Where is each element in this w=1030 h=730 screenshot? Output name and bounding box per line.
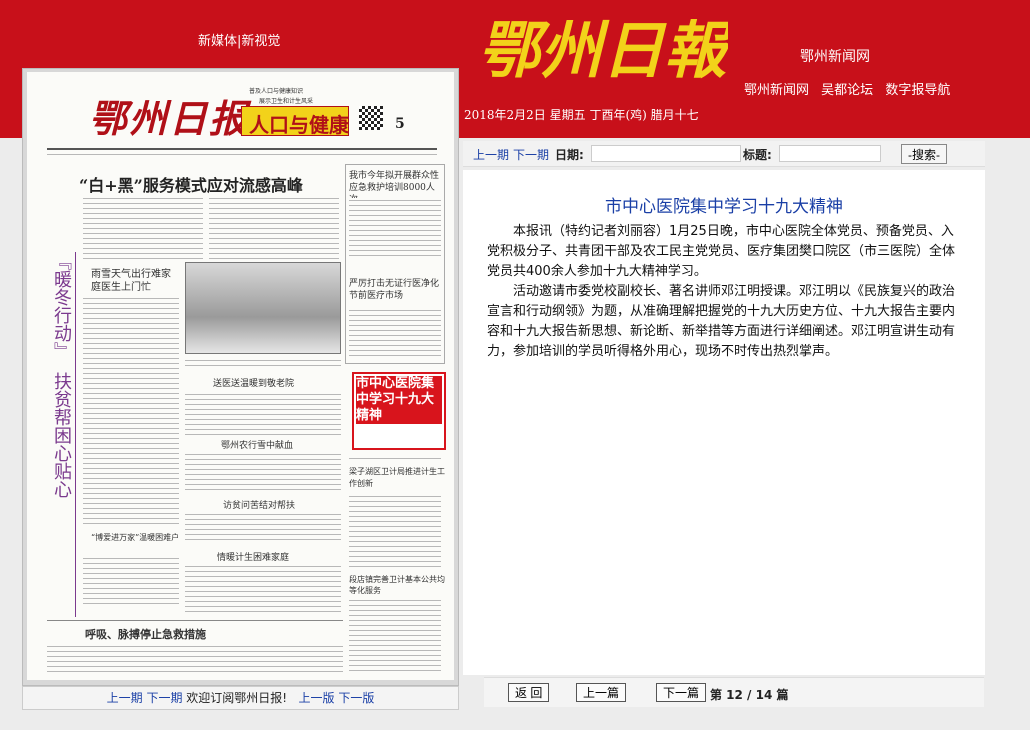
date-line: 2018年2月2日 星期五 丁酉年(鸡) 腊月十七 xyxy=(464,108,699,122)
paper-tagline-2: 展示卫生和计生风采 xyxy=(259,98,314,105)
article-page-info: 第 12 / 14 篇 xyxy=(710,688,789,702)
text-col-2 xyxy=(209,196,339,260)
highlight-article-box[interactable]: 市中心医院集中学习十九大精神 xyxy=(352,372,446,450)
headline-first-aid: 呼吸、脉搏停止急救措施 xyxy=(85,628,206,641)
date-input[interactable] xyxy=(591,145,741,162)
search-prev-issue[interactable]: 上一期 xyxy=(473,146,509,163)
section-name: 人口与健康 xyxy=(249,113,349,137)
site-name[interactable]: 鄂州新闻网 xyxy=(800,46,870,66)
main-headline: “白+黑”服务模式应对流感高峰 xyxy=(79,176,303,195)
text-first-aid xyxy=(47,644,343,676)
footer-next-page[interactable]: 下一版 xyxy=(338,691,374,705)
text-nursing-home xyxy=(185,392,341,436)
paper-footer-nav: 上一期 下一期 欢迎订阅鄂州日报! 上一版 下一版 xyxy=(22,686,459,710)
nav-digital-paper[interactable]: 数字报导航 xyxy=(885,83,950,98)
back-button[interactable]: 返 回 xyxy=(508,683,550,702)
footer-next-issue[interactable]: 下一期 xyxy=(146,691,182,705)
photo-caption xyxy=(185,358,341,366)
masthead-info-strip xyxy=(47,152,437,157)
news-photo xyxy=(185,262,341,354)
headline-liangzi: 梁子湖区卫计局推进计生工作创新 xyxy=(349,467,445,488)
prev-article-button[interactable]: 上一篇 xyxy=(576,683,627,702)
headline-bank-blood: 鄂州农行雪中献血 xyxy=(221,441,294,451)
search-next-issue[interactable]: 下一期 xyxy=(513,146,549,163)
date-label: 日期: xyxy=(555,148,584,162)
vertical-banner-2: 扶贫帮困心贴心 xyxy=(51,372,72,498)
headline-warm-family: 情暖计生困难家庭 xyxy=(217,553,290,563)
paper-page-number: 5 xyxy=(395,116,405,132)
article-body: 本报讯（特约记者刘丽容）1月25日晚，市中心医院全体党员、预备党员、入党积极分子… xyxy=(487,222,965,362)
masthead-text: 鄂州日報 xyxy=(478,14,728,87)
footer-prev-page[interactable]: 上一版 xyxy=(299,691,335,705)
text-liangzi xyxy=(349,494,441,568)
search-button[interactable]: -搜索- xyxy=(901,144,947,164)
article-panel: 市中心医院集中学习十九大精神 本报讯（特约记者刘丽容）1月25日晚，市中心医院全… xyxy=(463,170,985,675)
nav-news-site[interactable]: 鄂州新闻网 xyxy=(744,83,809,98)
headline-duandian: 段店镇完善卫计基本公共均等化服务 xyxy=(349,575,445,595)
vertical-banner-1: 『暖冬行动』 xyxy=(51,252,72,360)
title-label: 标题: xyxy=(743,148,772,162)
headline-charity: “博爱进万家”温暖困难户 xyxy=(91,533,180,542)
newspaper-page-image[interactable]: 鄂州日报 普及人口与健康知识 展示卫生和计生风采 人口与健康 5 “白+黑”服务… xyxy=(27,72,454,680)
vertical-banner-rule xyxy=(75,252,76,617)
paper-tagline-1: 普及人口与健康知识 xyxy=(249,88,304,95)
text-bank-blood xyxy=(185,452,341,492)
highlight-article-title[interactable]: 市中心医院集中学习十九大精神 xyxy=(356,376,442,424)
masthead-rule xyxy=(47,148,437,150)
text-illegal-medical xyxy=(349,308,441,360)
text-family-doctor xyxy=(83,296,179,526)
text-duandian xyxy=(349,598,441,672)
qr-code xyxy=(359,106,383,130)
masthead-logo: 鄂州日報 xyxy=(478,14,728,87)
paper-masthead: 鄂州日报 xyxy=(89,96,250,141)
text-after-highlight xyxy=(349,456,441,461)
article-pager: 返 回 上一篇 下一篇 第 12 / 14 篇 xyxy=(484,677,984,707)
bottom-section-rule xyxy=(47,620,343,621)
footer-prev-issue[interactable]: 上一期 xyxy=(107,691,143,705)
headline-visit-poor: 访贫问苦结对帮扶 xyxy=(223,501,296,511)
text-col-1 xyxy=(83,196,203,260)
headline-family-doctor: 雨雪天气出行难家庭医生上门忙 xyxy=(91,269,171,293)
footer-welcome: 欢迎订阅鄂州日报! xyxy=(186,691,288,705)
headline-nursing-home: 送医送温暖到敬老院 xyxy=(213,379,295,389)
article-paragraph-2: 活动邀请市委党校副校长、著名讲师邓江明授课。邓江明以《民族复兴的政治宣言和行动纲… xyxy=(487,284,956,359)
title-input[interactable] xyxy=(779,145,881,162)
article-title: 市中心医院集中学习十九大精神 xyxy=(605,197,843,217)
nav-forum[interactable]: 吴都论坛 xyxy=(821,83,873,98)
headline-illegal-medical: 严厉打击无证行医净化节前医疗市场 xyxy=(349,279,440,301)
top-nav: 鄂州新闻网 吴都论坛 数字报导航 xyxy=(744,79,958,98)
text-charity xyxy=(83,556,179,606)
text-warm-family xyxy=(185,564,341,614)
text-visit-poor xyxy=(185,512,341,542)
next-article-button[interactable]: 下一篇 xyxy=(656,683,707,702)
article-paragraph-1: 本报讯（特约记者刘丽容）1月25日晚，市中心医院全体党员、预备党员、入党积极分子… xyxy=(487,224,956,279)
new-media-links[interactable]: 新媒体|新视觉 xyxy=(198,30,280,49)
text-training xyxy=(349,198,441,258)
